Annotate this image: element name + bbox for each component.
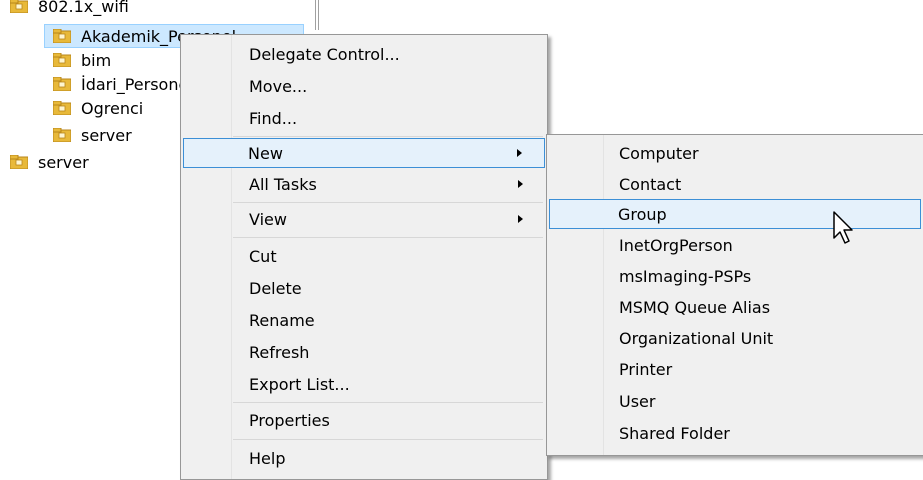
menu-item-label: View — [249, 209, 287, 229]
menu-item-label: Printer — [619, 359, 673, 379]
submenu-arrow-icon — [518, 215, 523, 223]
menu-item-label: User — [619, 391, 656, 411]
menu-item-help[interactable]: Help — [183, 443, 545, 473]
menu-item-label: Export List... — [249, 374, 350, 394]
submenu-item-user[interactable]: User — [549, 386, 921, 416]
tree-item-ogrenci[interactable]: Ogrenci — [53, 96, 143, 120]
tree-item-idari-personel[interactable]: İdari_Personel — [53, 72, 193, 96]
mouse-pointer-icon — [832, 210, 858, 250]
menu-separator — [233, 439, 543, 440]
menu-item-label: Find... — [249, 108, 298, 128]
menu-item-label: MSMQ Queue Alias — [619, 297, 771, 317]
ou-folder-icon — [53, 128, 71, 142]
ou-folder-icon — [53, 53, 71, 67]
ou-folder-icon — [10, 0, 28, 13]
menu-separator — [233, 202, 543, 203]
menu-item-label: All Tasks — [249, 174, 317, 194]
menu-item-delete[interactable]: Delete — [183, 273, 545, 303]
menu-item-refresh[interactable]: Refresh — [183, 337, 545, 367]
menu-item-find[interactable]: Find... — [183, 103, 545, 133]
menu-item-label: Delegate Control... — [249, 44, 400, 64]
ou-folder-icon — [53, 77, 71, 91]
tree-item-802-1x-wifi[interactable]: 802.1x_wifi — [10, 0, 129, 18]
submenu-item-contact[interactable]: Contact — [549, 169, 921, 199]
menu-item-label: Group — [618, 204, 667, 224]
menu-item-all-tasks[interactable]: All Tasks — [183, 169, 545, 199]
new-submenu: Computer Contact Group InetOrgPerson msI… — [546, 134, 923, 456]
menu-separator — [233, 237, 543, 238]
menu-item-label: Rename — [249, 310, 315, 330]
menu-item-label: msImaging-PSPs — [619, 266, 752, 286]
menu-item-label: InetOrgPerson — [619, 235, 733, 255]
tree-item-bim[interactable]: bim — [53, 48, 111, 72]
menu-item-label: Computer — [619, 143, 699, 163]
pane-divider-edge — [318, 0, 319, 30]
submenu-item-printer[interactable]: Printer — [549, 354, 921, 384]
submenu-item-group[interactable]: Group — [549, 199, 921, 229]
context-menu: Delegate Control... Move... Find... New … — [180, 34, 548, 480]
menu-item-label: New — [248, 143, 283, 163]
menu-item-label: Contact — [619, 174, 682, 194]
menu-item-rename[interactable]: Rename — [183, 305, 545, 335]
tree-item-server[interactable]: server — [10, 150, 89, 174]
menu-item-label: Help — [249, 448, 286, 468]
tree-item-label: Ogrenci — [81, 98, 144, 118]
menu-item-view[interactable]: View — [183, 204, 545, 234]
menu-item-label: Shared Folder — [619, 423, 730, 443]
menu-item-label: Properties — [249, 410, 330, 430]
menu-item-move[interactable]: Move... — [183, 71, 545, 101]
menu-separator — [233, 136, 543, 137]
ou-folder-icon — [53, 101, 71, 115]
submenu-item-organizational-unit[interactable]: Organizational Unit — [549, 323, 921, 353]
tree-item-label: server — [38, 152, 89, 172]
menu-item-new[interactable]: New — [183, 138, 545, 168]
tree-item-label: bim — [81, 50, 112, 70]
submenu-arrow-icon — [517, 149, 522, 157]
submenu-item-msmq-queue-alias[interactable]: MSMQ Queue Alias — [549, 292, 921, 322]
submenu-item-shared-folder[interactable]: Shared Folder — [549, 418, 921, 448]
menu-item-label: Delete — [249, 278, 302, 298]
submenu-arrow-icon — [518, 180, 523, 188]
ou-folder-icon — [10, 155, 28, 169]
menu-item-label: Cut — [249, 246, 277, 266]
tree-item-server-child[interactable]: server — [53, 123, 132, 147]
menu-item-label: Refresh — [249, 342, 310, 362]
menu-item-label: Organizational Unit — [619, 328, 774, 348]
submenu-item-msimaging-psps[interactable]: msImaging-PSPs — [549, 261, 921, 291]
tree-item-label: İdari_Personel — [81, 74, 193, 94]
submenu-item-inetorgperson[interactable]: InetOrgPerson — [549, 230, 921, 260]
menu-item-cut[interactable]: Cut — [183, 241, 545, 271]
pane-divider[interactable] — [315, 0, 316, 30]
menu-item-properties[interactable]: Properties — [183, 405, 545, 435]
menu-item-export-list[interactable]: Export List... — [183, 369, 545, 399]
menu-separator — [233, 402, 543, 403]
menu-item-delegate-control[interactable]: Delegate Control... — [183, 39, 545, 69]
tree-item-label: server — [81, 125, 132, 145]
menu-item-label: Move... — [249, 76, 308, 96]
tree-item-label: 802.1x_wifi — [38, 0, 129, 16]
submenu-item-computer[interactable]: Computer — [549, 138, 921, 168]
ou-folder-icon — [53, 29, 71, 43]
